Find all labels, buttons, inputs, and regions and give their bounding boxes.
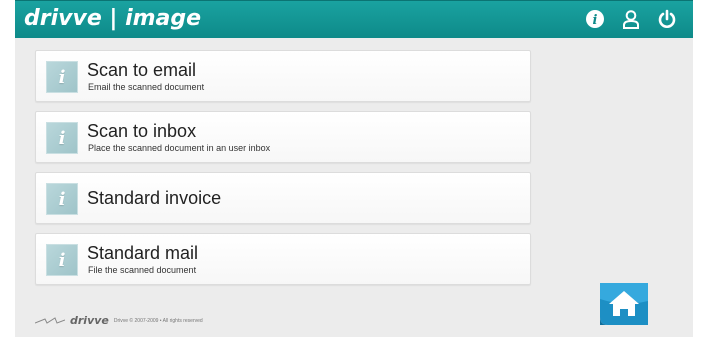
footer-copyright: Drivve © 2007-2009 • All rights reserved [113,317,203,324]
footer-logo: drivve [70,314,109,327]
info-icon[interactable]: i [46,244,78,276]
home-button[interactable] [598,281,650,327]
user-icon[interactable] [619,7,643,31]
footer: drivve Drivve © 2007-2009 • All rights r… [35,314,203,327]
workflow-title: Standard mail [87,243,199,263]
workflow-scan-to-email[interactable]: i Scan to email Email the scanned docume… [35,50,531,102]
home-icon [600,283,648,325]
workflow-scan-to-inbox[interactable]: i Scan to inbox Place the scanned docume… [35,111,531,163]
workflow-subtitle: File the scanned document [88,265,197,275]
workflow-subtitle: Place the scanned document in an user in… [88,143,271,153]
workflow-subtitle: Email the scanned document [88,82,205,92]
brand-logo: drivve | image [24,6,202,31]
header-icons: i [583,7,679,31]
info-icon[interactable]: i [46,122,78,154]
info-icon[interactable]: i [46,61,78,93]
workflow-standard-invoice[interactable]: i Standard invoice [35,172,531,224]
app-header: drivve | image i [15,0,693,38]
workflow-standard-mail[interactable]: i Standard mail File the scanned documen… [35,233,531,285]
drivve-swoosh-icon [35,316,65,324]
power-icon[interactable] [655,7,679,31]
info-icon[interactable]: i [583,7,607,31]
info-icon[interactable]: i [46,183,78,215]
workflow-title: Standard invoice [87,188,222,208]
workflow-title: Scan to inbox [87,121,197,141]
workflow-title: Scan to email [87,60,197,80]
workflow-list: i Scan to email Email the scanned docume… [35,50,531,294]
svg-text:i: i [593,13,598,28]
